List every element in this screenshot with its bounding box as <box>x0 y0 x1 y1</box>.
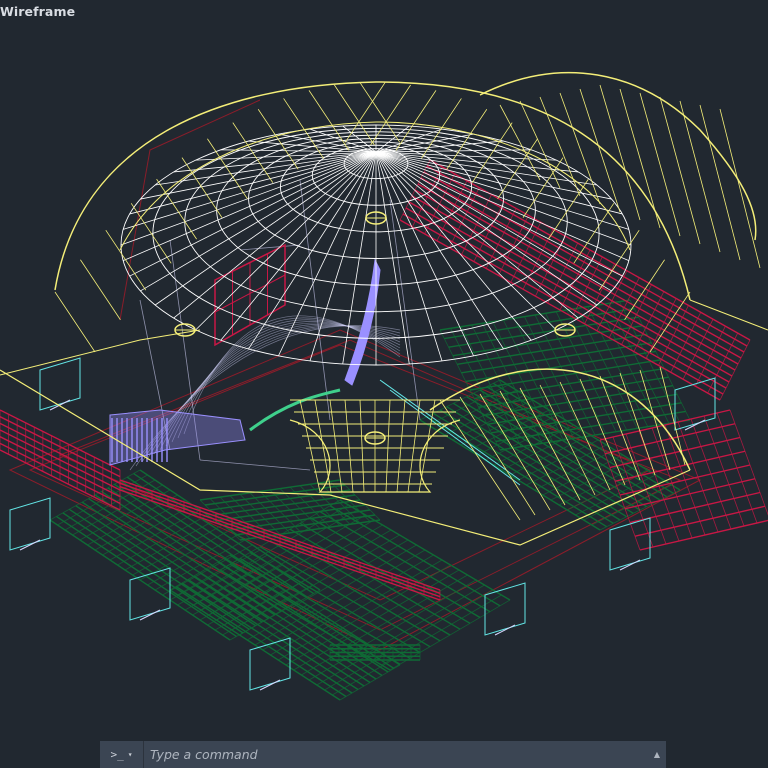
prompt-icon: >_ <box>110 748 124 761</box>
chevron-up-icon: ▲ <box>653 750 661 759</box>
wireframe-model[interactable] <box>0 0 768 768</box>
chevron-down-icon: ▾ <box>127 750 133 759</box>
seating-green <box>49 299 691 701</box>
command-input[interactable] <box>144 741 648 768</box>
model-viewport[interactable] <box>0 0 768 768</box>
command-history-button[interactable]: ▲ <box>648 741 666 768</box>
command-line: >_ ▾ ▲ <box>100 741 666 768</box>
stair-ramp <box>109 258 381 466</box>
command-prompt-button[interactable]: >_ ▾ <box>100 741 144 768</box>
visual-style-label[interactable]: Wireframe <box>0 4 75 19</box>
